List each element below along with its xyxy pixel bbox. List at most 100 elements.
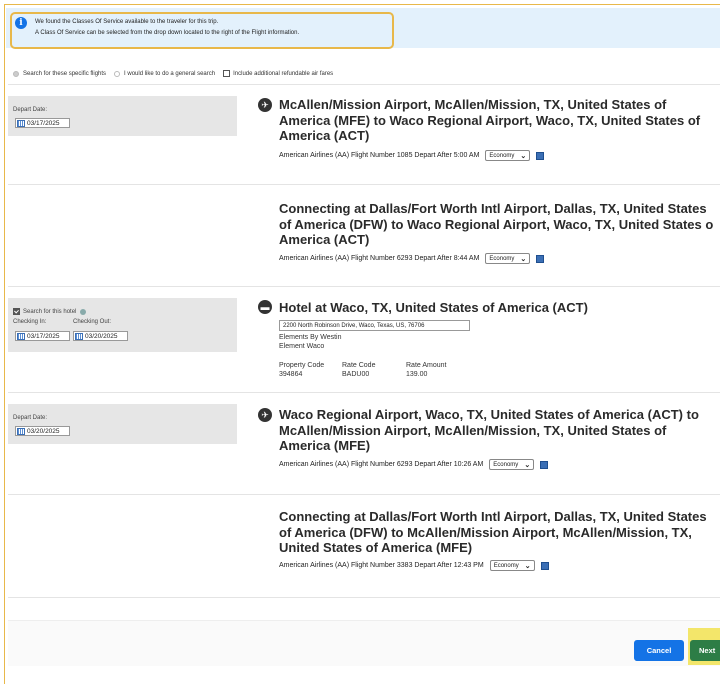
divider — [8, 494, 720, 495]
checkout-date-value: 03/20/2025 — [85, 332, 118, 340]
help-icon[interactable] — [80, 308, 87, 315]
depart-date-value: 03/17/2025 — [27, 119, 60, 127]
checkout-date-field[interactable]: 03/20/2025 — [73, 331, 128, 341]
rate-amount: 139.00 — [406, 371, 428, 378]
general-search-radio[interactable] — [114, 70, 121, 77]
calendar-icon[interactable] — [17, 332, 25, 340]
flight-number: Flight Number 6293 — [350, 461, 413, 468]
cabin-value: Economy — [493, 461, 519, 468]
title-line: McAllen/Mission Airport, McAllen/Mission… — [279, 97, 667, 112]
property-code: 394864 — [279, 371, 303, 378]
fare-info-icon[interactable] — [536, 151, 545, 160]
search-options: Search for these specific flights I woul… — [13, 70, 333, 77]
depart-after: Depart After 5:00 AM — [414, 152, 480, 159]
divider — [8, 392, 720, 393]
chevron-down-icon: ⌄ — [524, 461, 531, 469]
segment-3-title: Waco Regional Airport, Waco, TX, United … — [279, 407, 699, 454]
depart-date-value: 03/20/2025 — [27, 427, 60, 435]
plane-icon: ✈ — [258, 408, 272, 422]
airline: American Airlines (AA) — [279, 255, 350, 262]
airline: American Airlines (AA) — [279, 152, 350, 159]
title-line: America (ACT) — [279, 232, 370, 247]
cabin-value: Economy — [493, 562, 519, 569]
title-line: America (ACT) — [279, 128, 370, 143]
depart-date-field-1[interactable]: 03/17/2025 — [15, 118, 70, 128]
calendar-icon[interactable] — [75, 332, 83, 340]
fare-info-icon[interactable] — [536, 254, 545, 263]
hotel-brand: Elements By Westin — [279, 334, 342, 341]
hotel-search-label: Search for this hotel — [23, 308, 77, 315]
title-line: of America (DFW) to McAllen/Mission Airp… — [279, 524, 692, 540]
segment-1-title: McAllen/Mission Airport, McAllen/Mission… — [279, 97, 700, 144]
divider — [8, 84, 720, 85]
footer-bar — [8, 620, 720, 666]
segment-3-details: American Airlines (AA) Flight Number 629… — [279, 459, 549, 470]
title-line: McAllen/Mission Airport, McAllen/Mission… — [279, 422, 667, 438]
general-search-label: I would like to do a general search — [124, 70, 216, 77]
plane-icon: ✈ — [258, 98, 272, 112]
flight-number: Flight Number 1085 — [350, 152, 413, 159]
cancel-button[interactable]: Cancel — [634, 640, 684, 661]
depart-date-label: Depart Date: — [13, 107, 48, 113]
refundable-label: Include additional refundable air fares — [233, 70, 334, 77]
calendar-icon[interactable] — [17, 119, 25, 127]
divider — [8, 597, 720, 598]
cabin-value: Economy — [489, 152, 515, 159]
airline: American Airlines (AA) — [279, 461, 350, 468]
cabin-value: Economy — [489, 255, 515, 262]
depart-panel-1 — [8, 96, 237, 136]
fare-info-icon[interactable] — [540, 460, 549, 469]
rate-code: BADU00 — [342, 371, 370, 378]
segment-1-details: American Airlines (AA) Flight Number 108… — [279, 150, 545, 161]
rate-amount-label: Rate Amount — [406, 362, 447, 369]
hotel-search-row: Search for this hotel — [13, 308, 87, 315]
depart-after: Depart After 12:43 PM — [414, 562, 484, 569]
fare-info-icon[interactable] — [540, 561, 549, 570]
depart-date-field-2[interactable]: 03/20/2025 — [15, 426, 70, 436]
flight-number: Flight Number 6293 — [350, 255, 413, 262]
calendar-icon[interactable] — [17, 427, 25, 435]
chevron-down-icon: ⌄ — [524, 562, 531, 570]
hotel-title: Hotel at Waco, TX, United States of Amer… — [279, 300, 588, 315]
divider — [8, 184, 720, 185]
banner-highlight — [10, 12, 394, 49]
next-button[interactable]: Next — [690, 640, 720, 661]
title-line: Connecting at Dallas/Fort Worth Intl Air… — [279, 201, 707, 216]
divider — [8, 286, 720, 287]
checkin-date-value: 03/17/2025 — [27, 332, 60, 340]
cabin-select[interactable]: Economy ⌄ — [489, 459, 535, 470]
flight-number: Flight Number 3383 — [350, 562, 413, 569]
title-line: America (MFE) to Waco Regional Airport, … — [279, 112, 701, 128]
title-line: Connecting at Dallas/Fort Worth Intl Air… — [279, 509, 707, 524]
cabin-select[interactable]: Economy ⌄ — [485, 253, 531, 264]
segment-2-details: American Airlines (AA) Flight Number 629… — [279, 253, 545, 264]
hotel-panel — [8, 298, 237, 352]
hotel-search-checkbox[interactable] — [13, 308, 20, 315]
refundable-checkbox[interactable] — [223, 70, 231, 77]
hotel-address-field[interactable]: 2200 North Robinson Drive, Waco, Texas, … — [279, 320, 470, 331]
property-code-label: Property Code — [279, 362, 325, 369]
cabin-select[interactable]: Economy ⌄ — [489, 560, 535, 571]
chevron-down-icon: ⌄ — [520, 152, 527, 160]
title-line: United States of America (MFE) — [279, 540, 473, 555]
depart-date-label: Depart Date: — [13, 415, 48, 421]
title-line: Waco Regional Airport, Waco, TX, United … — [279, 407, 699, 422]
depart-after: Depart After 8:44 AM — [414, 255, 480, 262]
title-line: America (MFE) — [279, 438, 371, 453]
checkin-date-field[interactable]: 03/17/2025 — [15, 331, 70, 341]
hotel-name: Element Waco — [279, 343, 325, 350]
title-line: of America (DFW) to Waco Regional Airpor… — [279, 216, 714, 232]
checkout-label: Checking Out: — [73, 319, 112, 325]
chevron-down-icon: ⌄ — [520, 255, 527, 263]
segment-4-details: American Airlines (AA) Flight Number 338… — [279, 560, 549, 571]
cabin-select[interactable]: Economy ⌄ — [485, 150, 531, 161]
depart-panel-2 — [8, 404, 237, 444]
rate-code-label: Rate Code — [342, 362, 376, 369]
specific-flights-radio[interactable] — [13, 70, 19, 77]
airline: American Airlines (AA) — [279, 562, 350, 569]
depart-after: Depart After 10:26 AM — [414, 461, 484, 468]
hotel-bed-icon: ▬ — [258, 300, 272, 314]
segment-4-title: Connecting at Dallas/Fort Worth Intl Air… — [279, 509, 707, 556]
checkin-label: Checking In: — [13, 319, 47, 325]
segment-2-title: Connecting at Dallas/Fort Worth Intl Air… — [279, 201, 713, 248]
